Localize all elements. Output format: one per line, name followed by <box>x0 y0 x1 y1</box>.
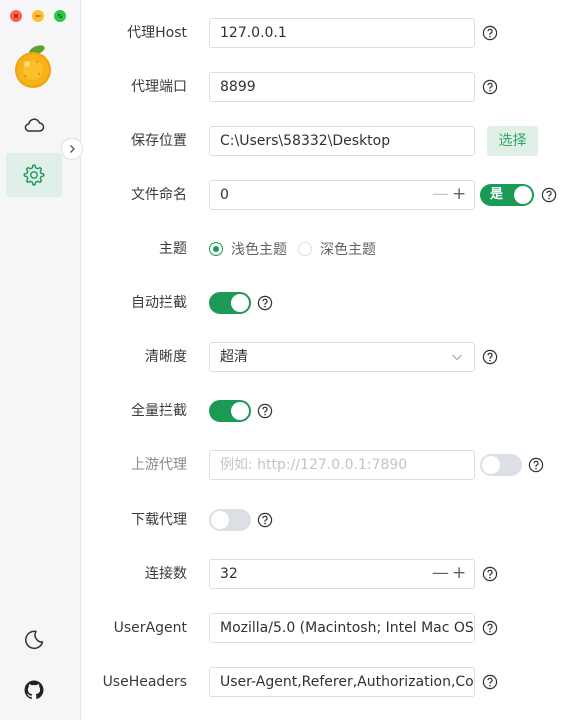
theme-radio-dark[interactable]: 深色主题 <box>298 234 376 264</box>
gear-icon <box>23 164 45 186</box>
window-minimize-button[interactable] <box>32 10 44 22</box>
close-icon <box>13 13 19 19</box>
file-naming-toggle[interactable]: 是 <box>480 184 534 206</box>
setting-file-naming: 文件命名 0 — + 是 <box>82 180 571 210</box>
sidebar <box>0 0 81 720</box>
radio-dot <box>298 242 312 256</box>
github-link[interactable] <box>6 668 62 712</box>
connections-label: 连接数 <box>145 566 187 582</box>
user-agent-input[interactable]: Mozilla/5.0 (Macintosh; Intel Mac OS X 1… <box>209 613 475 643</box>
save-location-label: 保存位置 <box>131 133 187 149</box>
proxy-port-label: 代理端口 <box>131 79 187 95</box>
help-icon[interactable] <box>482 566 498 582</box>
help-icon[interactable] <box>257 295 273 311</box>
toggle-on-label: 是 <box>490 187 504 202</box>
toggle-knob <box>514 186 532 204</box>
toggle-knob <box>211 511 229 529</box>
decrement-button[interactable]: — <box>432 559 449 589</box>
sidebar-item-settings[interactable] <box>6 153 62 197</box>
proxy-host-input[interactable]: 127.0.0.1 <box>209 18 475 48</box>
toggle-knob <box>482 456 500 474</box>
chevron-down-icon <box>452 354 462 361</box>
window-maximize-button[interactable] <box>54 10 66 22</box>
sidebar-item-cloud[interactable] <box>6 103 62 147</box>
help-icon[interactable] <box>528 457 544 473</box>
radio-dot <box>209 242 223 256</box>
help-icon[interactable] <box>482 25 498 41</box>
decrement-button[interactable]: — <box>432 180 449 210</box>
setting-upstream-proxy: 上游代理 例如: http://127.0.0.1:7890 <box>82 450 571 480</box>
radio-label: 深色主题 <box>320 242 376 258</box>
toggle-knob <box>231 402 249 420</box>
setting-save-location: 保存位置 C:\Users\58332\Desktop 选择 <box>82 126 571 156</box>
help-icon[interactable] <box>482 79 498 95</box>
help-icon[interactable] <box>482 349 498 365</box>
use-headers-label: UseHeaders <box>102 674 187 690</box>
setting-user-agent: UserAgent Mozilla/5.0 (Macintosh; Intel … <box>82 613 571 643</box>
sidebar-collapse-button[interactable] <box>61 138 83 160</box>
full-intercept-label: 全量拦截 <box>131 403 187 419</box>
toggle-knob <box>231 294 249 312</box>
user-agent-label: UserAgent <box>113 620 187 636</box>
upstream-proxy-label: 上游代理 <box>131 457 187 473</box>
theme-radio-light[interactable]: 浅色主题 <box>209 234 287 264</box>
help-icon[interactable] <box>257 403 273 419</box>
auto-intercept-label: 自动拦截 <box>131 295 187 311</box>
setting-quality: 清晰度 超清 <box>82 342 571 372</box>
proxy-port-input[interactable]: 8899 <box>209 72 475 102</box>
theme-label: 主题 <box>159 241 187 257</box>
download-proxy-toggle[interactable] <box>209 509 251 531</box>
radio-label: 浅色主题 <box>231 242 287 258</box>
upstream-proxy-input[interactable]: 例如: http://127.0.0.1:7890 <box>209 450 475 480</box>
setting-proxy-host: 代理Host 127.0.0.1 <box>82 18 571 48</box>
choose-folder-button[interactable]: 选择 <box>487 126 538 156</box>
moon-icon <box>25 630 44 650</box>
chevron-right-icon <box>70 145 75 153</box>
save-location-input[interactable]: C:\Users\58332\Desktop <box>209 126 475 156</box>
setting-connections: 连接数 32 — + <box>82 559 571 589</box>
cloud-icon <box>24 118 45 132</box>
help-icon[interactable] <box>541 187 557 203</box>
increment-button[interactable]: + <box>452 559 466 589</box>
setting-theme: 主题 浅色主题 深色主题 <box>82 234 571 264</box>
increment-button[interactable]: + <box>452 180 466 210</box>
auto-intercept-toggle[interactable] <box>209 292 251 314</box>
quality-label: 清晰度 <box>145 349 187 365</box>
logo-icon <box>15 45 51 88</box>
theme-toggle-button[interactable] <box>6 618 62 662</box>
download-proxy-label: 下载代理 <box>131 512 187 528</box>
help-icon[interactable] <box>257 512 273 528</box>
setting-use-headers: UseHeaders User-Agent,Referer,Authorizat… <box>82 667 571 697</box>
setting-auto-intercept: 自动拦截 <box>82 288 571 318</box>
github-icon <box>24 680 44 700</box>
help-icon[interactable] <box>482 674 498 690</box>
quality-select[interactable]: 超清 <box>209 342 475 372</box>
app-window: 代理Host 127.0.0.1 代理端口 8899 保存位置 C:\Users… <box>0 0 571 720</box>
use-headers-input[interactable]: User-Agent,Referer,Authorization,Cookie <box>209 667 475 697</box>
minimize-icon <box>35 15 41 17</box>
help-icon[interactable] <box>482 620 498 636</box>
file-naming-label: 文件命名 <box>131 187 187 203</box>
setting-download-proxy: 下载代理 <box>82 505 571 535</box>
setting-proxy-port: 代理端口 8899 <box>82 72 571 102</box>
window-close-button[interactable] <box>10 10 22 22</box>
fullscreen-icon <box>58 14 62 18</box>
upstream-proxy-toggle[interactable] <box>480 454 522 476</box>
full-intercept-toggle[interactable] <box>209 400 251 422</box>
proxy-host-label: 代理Host <box>127 25 187 41</box>
setting-full-intercept: 全量拦截 <box>82 396 571 426</box>
